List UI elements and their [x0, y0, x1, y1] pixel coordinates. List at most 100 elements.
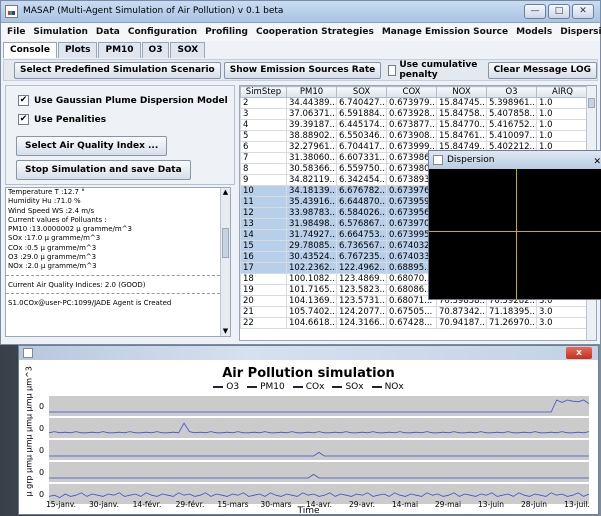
- table-cell: 12: [240, 207, 287, 219]
- y-axis-label-wrap: µ grp µmµ µmµ µmµ µmµ µm^3: [21, 366, 35, 504]
- table-cell: 124.3166...: [336, 317, 387, 329]
- chart-title-bar: x: [19, 346, 598, 360]
- select-scenario-button[interactable]: Select Predefined Simulation Scenario: [14, 61, 221, 79]
- table-cell: 6: [240, 141, 287, 153]
- menu-cooperation-strategies[interactable]: Cooperation Strategies: [252, 27, 378, 37]
- menu-simulation[interactable]: Simulation: [29, 27, 92, 37]
- table-cell: 5.416752...: [486, 119, 537, 131]
- dispersion-grid-line: [516, 169, 517, 299]
- tab-plots[interactable]: Plots: [57, 42, 98, 58]
- legend-item: COx: [292, 382, 324, 392]
- plot-panel: 0: [39, 418, 589, 438]
- clear-log-button[interactable]: Clear Message LOG: [487, 61, 597, 79]
- tab-console[interactable]: Console: [3, 42, 57, 58]
- table-row[interactable]: 21 105.7402... 124.2077... 0.67505... 70.873…: [240, 306, 589, 318]
- table-cell: 33.98783...: [286, 207, 337, 219]
- table-cell: 1.0: [536, 130, 589, 142]
- scroll-down-icon[interactable]: ▼: [221, 327, 230, 336]
- table-cell: 6.704417...: [336, 141, 387, 153]
- log-scrollbar[interactable]: ▲ ▼: [220, 188, 230, 336]
- gaussian-option[interactable]: ✔ Use Gaussian Plume Dispersion Model: [18, 95, 228, 106]
- table-row[interactable]: 5 38.88902... 6.550346... 0.673908... 15.847…: [240, 130, 589, 142]
- menu-models[interactable]: Models: [512, 27, 556, 37]
- legend-swatch: [247, 386, 258, 388]
- log-line: PM10 :13.0000002 µ gramme/m^3: [8, 225, 133, 234]
- table-cell: 70.87342...: [436, 306, 487, 318]
- table-cell: 22: [240, 317, 287, 329]
- table-cell: 15: [240, 240, 287, 252]
- menu-dispersion[interactable]: Dispersion: [556, 27, 601, 37]
- penalties-option[interactable]: ✔ Use Penalities: [18, 114, 106, 125]
- table-cell: 34.44389...: [286, 97, 337, 109]
- dispersion-title-bar: Dispersion ✕: [429, 151, 601, 169]
- table-row[interactable]: 4 39.39187... 6.445174... 0.673877... 15.847…: [240, 119, 589, 131]
- cumulative-penalty-checkbox[interactable]: [388, 64, 397, 76]
- cumulative-penalty-option[interactable]: Use cumulative penalty: [384, 60, 484, 80]
- legend-item: O3: [213, 382, 239, 392]
- table-cell: 3.0: [536, 306, 589, 318]
- message-log[interactable]: Temperature T :12.7 ° Humidity Hu :71.0 …: [5, 187, 231, 337]
- table-row[interactable]: 22 104.6618... 124.3166... 0.67428... 70.941…: [240, 317, 589, 329]
- table-cell: 19: [240, 284, 287, 296]
- table-cell: 101.7165...: [286, 284, 337, 296]
- table-cell: 35.43916...: [286, 196, 337, 208]
- plot-panel: 0: [39, 396, 589, 416]
- maximize-button[interactable]: □: [548, 4, 570, 19]
- table-cell: 15.84758...: [436, 108, 487, 120]
- table-cell: 3.0: [536, 317, 589, 329]
- col-header-simstep[interactable]: SimStep: [240, 86, 287, 98]
- scroll-thumb[interactable]: [222, 228, 229, 258]
- table-header-row: SimStep PM10 SOX COX NOX O3 AIRQ: [240, 86, 589, 98]
- log-line: Humidity Hu :71.0 %: [8, 197, 81, 206]
- dispersion-grid-line: [429, 231, 601, 232]
- menu-data[interactable]: Data: [92, 27, 124, 37]
- table-cell: 1.0: [536, 119, 589, 131]
- col-header-o3[interactable]: O3: [486, 86, 537, 98]
- table-cell: 15.84761...: [436, 130, 487, 142]
- col-header-sox[interactable]: SOX: [336, 86, 387, 98]
- chart-close-button[interactable]: x: [566, 347, 592, 359]
- table-cell: 18: [240, 273, 287, 285]
- table-cell: 21: [240, 306, 287, 318]
- table-row[interactable]: 2 34.44389... 6.740427... 0.673979... 15.847…: [240, 97, 589, 109]
- tab-o3[interactable]: O3: [141, 42, 170, 58]
- table-cell: 6.736567...: [336, 240, 387, 252]
- options-panel: ✔ Use Gaussian Plume Dispersion Model ✔ …: [5, 85, 235, 185]
- minimize-button[interactable]: —: [524, 4, 546, 19]
- log-line: O3 :29.0 µ gramme/m^3: [8, 253, 97, 262]
- table-cell: 6.584026...: [336, 207, 387, 219]
- table-cell: 32.27961...: [286, 141, 337, 153]
- scroll-up-icon[interactable]: ▲: [221, 188, 230, 197]
- scroll-thumb[interactable]: [588, 98, 595, 108]
- table-cell: 31.38060...: [286, 152, 337, 164]
- table-cell: 0.67505...: [386, 306, 437, 318]
- menu-file[interactable]: File: [3, 27, 29, 37]
- menu-manage-emission-source[interactable]: Manage Emission Source: [378, 27, 512, 37]
- penalties-checkbox[interactable]: ✔: [18, 114, 29, 125]
- legend-label: PM10: [260, 382, 285, 392]
- col-header-pm10[interactable]: PM10: [286, 86, 337, 98]
- table-cell: 6.591884...: [336, 108, 387, 120]
- gaussian-checkbox[interactable]: ✔: [18, 95, 29, 106]
- table-cell: 123.4869...: [336, 273, 387, 285]
- show-emission-rate-button[interactable]: Show Emission Sources Rate: [223, 61, 382, 79]
- menu-profiling[interactable]: Profiling: [201, 27, 252, 37]
- select-air-quality-button[interactable]: Select Air Quality Index ...: [16, 136, 168, 156]
- close-button[interactable]: ✕: [572, 4, 594, 19]
- table-row[interactable]: 3 37.06371... 6.591884... 0.673928... 15.847…: [240, 108, 589, 120]
- stop-simulation-button[interactable]: Stop Simulation and save Data: [16, 160, 191, 180]
- col-header-cox[interactable]: COX: [386, 86, 437, 98]
- tab-pm10[interactable]: PM10: [98, 42, 141, 58]
- table-cell: 15.84745...: [436, 97, 487, 109]
- menu-configuration[interactable]: Configuration: [124, 27, 201, 37]
- table-cell: 2: [240, 97, 287, 109]
- table-cell: 31.74927...: [286, 229, 337, 241]
- table-cell: 100.1082...: [286, 273, 337, 285]
- dispersion-close-icon[interactable]: ✕: [593, 153, 601, 171]
- table-cell: 17: [240, 262, 287, 274]
- legend-item: SOx: [332, 382, 364, 392]
- tab-sox[interactable]: SOX: [170, 42, 206, 58]
- series-plot: [49, 473, 589, 479]
- col-header-airq[interactable]: AIRQ: [536, 86, 589, 98]
- col-header-nox[interactable]: NOX: [436, 86, 487, 98]
